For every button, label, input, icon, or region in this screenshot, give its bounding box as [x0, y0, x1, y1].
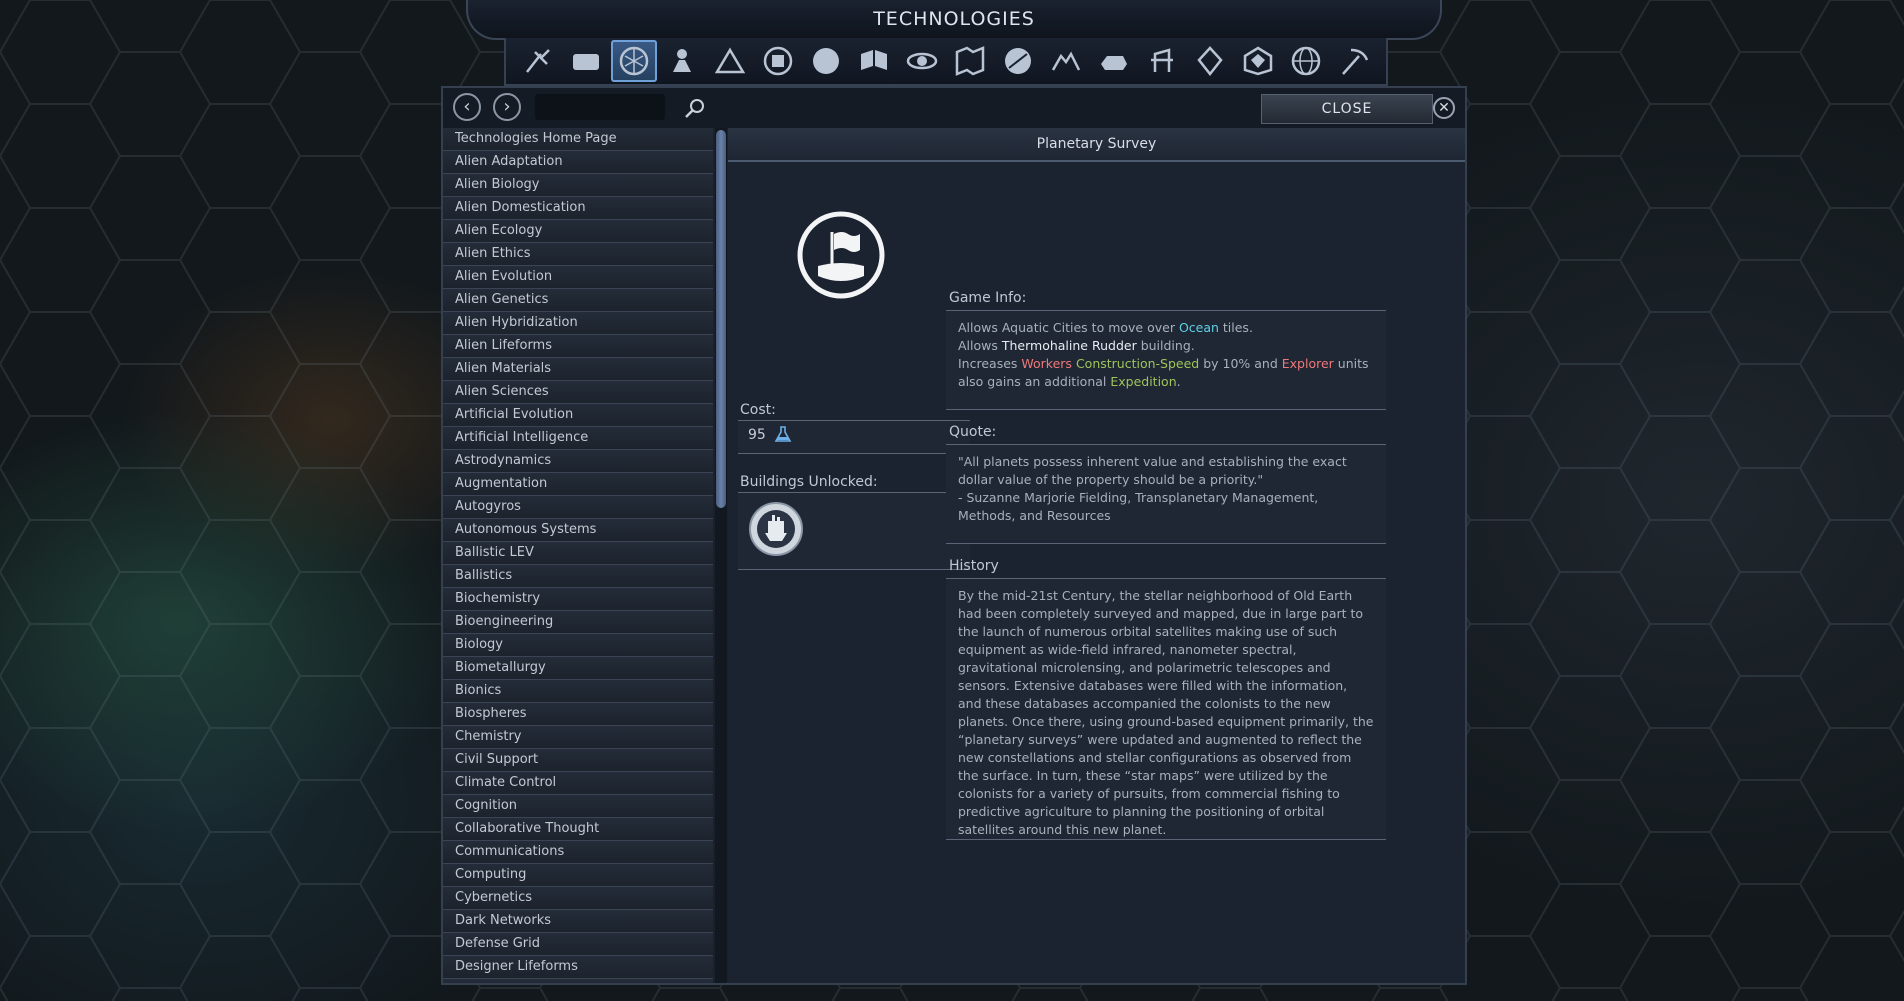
battery-icon[interactable]: [563, 40, 609, 82]
list-item[interactable]: Civil Support: [443, 749, 713, 772]
map-icon[interactable]: [947, 40, 993, 82]
scrollbar-thumb[interactable]: [716, 130, 726, 508]
building-icon[interactable]: [755, 40, 801, 82]
book-icon[interactable]: [851, 40, 897, 82]
search-icon[interactable]: [683, 96, 707, 120]
tent-icon[interactable]: [707, 40, 753, 82]
affinity-icon[interactable]: [1235, 40, 1281, 82]
science-flask-icon: [774, 426, 792, 442]
close-button[interactable]: CLOSE: [1261, 94, 1433, 124]
technology-web-icon[interactable]: [611, 40, 657, 82]
orb-icon[interactable]: [995, 40, 1041, 82]
satellite-icon[interactable]: [899, 40, 945, 82]
list-item[interactable]: Bionics: [443, 680, 713, 703]
planetary-survey-flag-icon: [797, 211, 885, 299]
list-item[interactable]: Bioengineering: [443, 611, 713, 634]
ocean-link[interactable]: Ocean: [1179, 320, 1219, 335]
list-item[interactable]: Artificial Evolution: [443, 404, 713, 427]
list-item[interactable]: Artificial Intelligence: [443, 427, 713, 450]
workers-link[interactable]: Workers: [1021, 356, 1072, 371]
list-item[interactable]: Autonomous Systems: [443, 519, 713, 542]
navigation-bar: ‹ › CLOSE ✕: [443, 88, 1465, 128]
list-item[interactable]: Cognition: [443, 795, 713, 818]
list-item[interactable]: Augmentation: [443, 473, 713, 496]
buildings-box: [738, 492, 970, 570]
close-icon[interactable]: ✕: [1433, 97, 1455, 119]
list-item[interactable]: Ballistics: [443, 565, 713, 588]
list-item[interactable]: Astrodynamics: [443, 450, 713, 473]
pickaxe-icon[interactable]: [1331, 40, 1377, 82]
telescope-icon[interactable]: [515, 40, 561, 82]
list-item[interactable]: Biometallurgy: [443, 657, 713, 680]
buildings-label: Buildings Unlocked:: [740, 474, 878, 490]
list-item[interactable]: Alien Biology: [443, 174, 713, 197]
list-item[interactable]: Ecology: [443, 979, 713, 983]
history-label: History: [949, 558, 999, 574]
list-item[interactable]: Alien Hybridization: [443, 312, 713, 335]
list-item[interactable]: Climate Control: [443, 772, 713, 795]
cost-label: Cost:: [740, 402, 776, 418]
list-item[interactable]: Technologies Home Page: [443, 128, 713, 151]
list-item[interactable]: Biospheres: [443, 703, 713, 726]
list-item[interactable]: Computing: [443, 864, 713, 887]
category-bar: [504, 38, 1388, 86]
list-item[interactable]: Biology: [443, 634, 713, 657]
list-item[interactable]: Chemistry: [443, 726, 713, 749]
list-item[interactable]: Alien Sciences: [443, 381, 713, 404]
list-item[interactable]: Alien Evolution: [443, 266, 713, 289]
history-box: By the mid-21st Century, the stellar nei…: [946, 578, 1386, 840]
civilopedia-window: ‹ › CLOSE ✕ Technologies Home Page Alien …: [441, 86, 1467, 985]
detail-title: Planetary Survey: [728, 128, 1465, 162]
cost-value: 95: [748, 427, 766, 443]
vehicle-icon[interactable]: [1091, 40, 1137, 82]
search-input[interactable]: [535, 94, 665, 120]
list-item[interactable]: Alien Domestication: [443, 197, 713, 220]
back-button[interactable]: ‹: [453, 93, 481, 121]
joystick-icon[interactable]: [659, 40, 705, 82]
list-item[interactable]: Alien Lifeforms: [443, 335, 713, 358]
thermohaline-rudder-icon[interactable]: [748, 501, 804, 557]
construction-speed-link[interactable]: Construction-Speed: [1076, 356, 1199, 371]
crystal-icon[interactable]: [1187, 40, 1233, 82]
detail-pane: Planetary Survey Cost: 95 Buildings Unlo…: [728, 128, 1465, 983]
list-item[interactable]: Defense Grid: [443, 933, 713, 956]
history-text: By the mid-21st Century, the stellar nei…: [958, 588, 1374, 837]
planet-icon[interactable]: [803, 40, 849, 82]
quote-author: - Suzanne Marjorie Fielding, Transplanet…: [958, 490, 1319, 523]
expedition-link[interactable]: Expedition: [1110, 374, 1176, 389]
list-item[interactable]: Cybernetics: [443, 887, 713, 910]
cost-box: 95: [738, 420, 970, 454]
list-item[interactable]: Alien Genetics: [443, 289, 713, 312]
list-item[interactable]: Alien Adaptation: [443, 151, 713, 174]
list-item[interactable]: Biochemistry: [443, 588, 713, 611]
improvement-icon[interactable]: [1139, 40, 1185, 82]
list-item[interactable]: Dark Networks: [443, 910, 713, 933]
explorer-link[interactable]: Explorer: [1282, 356, 1334, 371]
quote-box: "All planets possess inherent value and …: [946, 444, 1386, 544]
list-item[interactable]: Ballistic LEV: [443, 542, 713, 565]
list-scrollbar[interactable]: [715, 128, 727, 983]
game-info-box: Allows Aquatic Cities to move over Ocean…: [946, 310, 1386, 410]
list-item[interactable]: Designer Lifeforms: [443, 956, 713, 979]
forward-button[interactable]: ›: [493, 93, 521, 121]
globe-icon[interactable]: [1283, 40, 1329, 82]
list-item[interactable]: Autogyros: [443, 496, 713, 519]
alien-icon[interactable]: [1043, 40, 1089, 82]
list-item[interactable]: Alien Materials: [443, 358, 713, 381]
list-item[interactable]: Alien Ethics: [443, 243, 713, 266]
thermohaline-rudder-link[interactable]: Thermohaline Rudder: [1002, 338, 1137, 353]
game-info-label: Game Info:: [949, 290, 1027, 306]
list-item[interactable]: Collaborative Thought: [443, 818, 713, 841]
quote-text: "All planets possess inherent value and …: [958, 454, 1347, 487]
page-title: TECHNOLOGIES: [466, 0, 1442, 40]
list-item[interactable]: Communications: [443, 841, 713, 864]
list-item[interactable]: Alien Ecology: [443, 220, 713, 243]
technology-list: Technologies Home Page Alien Adaptation Al…: [443, 128, 713, 983]
quote-label: Quote:: [949, 424, 997, 440]
